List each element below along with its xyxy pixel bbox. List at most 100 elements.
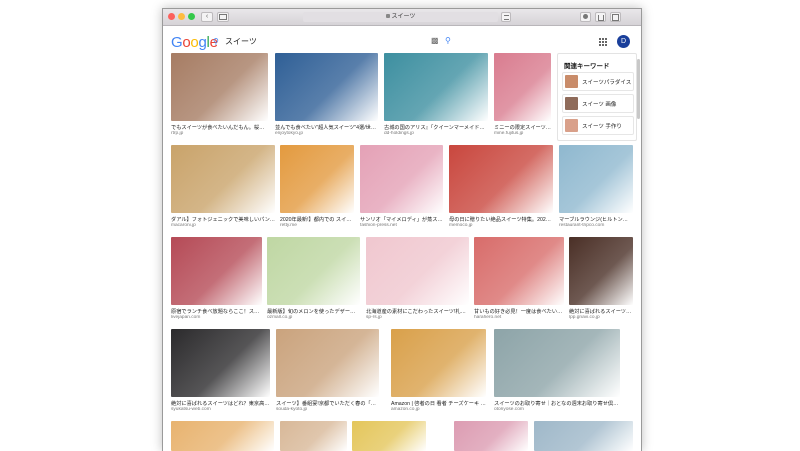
- result-caption[interactable]: 絶対に喜ばれるスイーツ…: [569, 308, 633, 315]
- image-result[interactable]: 並んでも食べたい"超人気スイーツ"4選/世界に… enjoytokyo.jp: [275, 53, 378, 139]
- result-thumbnail[interactable]: [384, 53, 488, 121]
- image-result[interactable]: [280, 421, 347, 451]
- image-result[interactable]: 絶対に喜ばれるスイーツ… lpp.gnavi.co.jp: [569, 237, 633, 323]
- scrollbar[interactable]: [637, 59, 640, 119]
- result-thumbnail[interactable]: [171, 421, 274, 451]
- result-source: harahero.net: [474, 315, 502, 320]
- image-result[interactable]: スイーツのお取り寄せ｜おとなの週末お取り寄せ倶楽部 本店otoriyose.co…: [494, 329, 620, 415]
- related-keyword-3[interactable]: スイーツ 手作り: [562, 116, 634, 135]
- camera-icon[interactable]: ▩: [431, 36, 439, 45]
- image-result[interactable]: でもスイーツが食べたいんだもん。桜内の… rtrp.jp: [171, 53, 268, 139]
- image-result[interactable]: スイーツ】番組宴!京都でいただく春の「桜スイ…souda-kyoto.jp: [276, 329, 379, 415]
- menu-lines-icon: [503, 15, 509, 20]
- result-caption[interactable]: 最新版】旬のメロンを使ったデザート10…: [267, 308, 360, 315]
- search-box[interactable]: ⚲ スイーツ ▩ ⚲: [209, 34, 459, 50]
- result-thumbnail[interactable]: [366, 237, 469, 305]
- result-thumbnail[interactable]: [494, 329, 620, 397]
- result-source: amazon.co.jp: [391, 407, 420, 412]
- result-caption[interactable]: Amazon | 啓者の日 看者 チーズケーキ スイ…: [391, 400, 486, 407]
- result-thumbnail[interactable]: [276, 329, 379, 397]
- result-caption[interactable]: 原宿でランチ食べ放題ならここ！スイ…: [171, 308, 262, 315]
- result-source: souda-kyoto.jp: [276, 407, 308, 412]
- related-keyword-label: スイーツ 手作り: [582, 124, 622, 130]
- result-caption[interactable]: 北海道産の素材にこだわったスイーツ!札幌…: [366, 308, 469, 315]
- zoom-window-button[interactable]: [188, 13, 195, 20]
- result-thumbnail[interactable]: [559, 145, 633, 213]
- result-source: rtrp.jp: [171, 131, 184, 136]
- sidebar-toggle-button[interactable]: [217, 12, 229, 22]
- result-caption[interactable]: 古城の国のアリス』「クイーンマーメイドから…: [384, 124, 488, 131]
- image-result[interactable]: ダアル】フォトジェニックで美味しいパンケー… macaroni.jp: [171, 145, 275, 231]
- image-result[interactable]: 母の日に贈りたい絶品スイーツ特集。2020年… memoco.jp: [449, 145, 553, 231]
- result-thumbnail[interactable]: [171, 329, 270, 397]
- result-thumbnail[interactable]: [171, 237, 262, 305]
- image-result[interactable]: 北海道産の素材にこだわったスイーツ!札幌… sp-rs.jp: [366, 237, 469, 323]
- back-arrow-icon: ‹: [205, 13, 209, 20]
- image-result[interactable]: [352, 421, 426, 451]
- result-thumbnail[interactable]: [494, 53, 551, 121]
- apps-grid-icon[interactable]: [599, 38, 607, 46]
- result-thumbnail[interactable]: [171, 53, 268, 121]
- result-thumbnail[interactable]: [391, 329, 486, 397]
- reader-button[interactable]: [501, 12, 511, 22]
- result-source: fashion-press.net: [360, 223, 397, 228]
- related-keyword-1[interactable]: スイーツパラダイス: [562, 72, 634, 91]
- extension-button[interactable]: [580, 12, 591, 22]
- result-thumbnail[interactable]: [449, 145, 553, 213]
- result-thumbnail[interactable]: [280, 421, 347, 451]
- image-result[interactable]: ミニーの限定スイーツ… mine.fujitus.jp: [494, 53, 551, 139]
- close-window-button[interactable]: [168, 13, 175, 20]
- image-result[interactable]: [171, 421, 274, 451]
- result-thumbnail[interactable]: [474, 237, 564, 305]
- share-button[interactable]: [595, 12, 606, 22]
- image-result[interactable]: Amazon | 啓者の日 看者 チーズケーキ スイ… amazon.co.jp: [391, 329, 486, 415]
- result-thumbnail[interactable]: [454, 421, 528, 451]
- result-source: mine.fujitus.jp: [494, 131, 524, 136]
- image-result[interactable]: [534, 421, 633, 451]
- result-caption[interactable]: 母の日に贈りたい絶品スイーツ特集。2020年…: [449, 216, 553, 223]
- image-result[interactable]: 甘いもの好き必見！一度は食べたい… harahero.net: [474, 237, 564, 323]
- search-icon: ⚲: [213, 37, 219, 46]
- tabs-button[interactable]: [610, 12, 621, 22]
- result-caption[interactable]: ミニーの限定スイーツ…: [494, 124, 551, 131]
- result-caption[interactable]: スイーツのお取り寄せ｜おとなの週末お取り寄せ倶楽部 本店: [494, 400, 620, 407]
- image-result[interactable]: 最新版】旬のメロンを使ったデザート10… ozmall.co.jp: [267, 237, 360, 323]
- result-thumbnail[interactable]: [352, 421, 426, 451]
- result-caption[interactable]: スイーツ】番組宴!京都でいただく春の「桜スイ…: [276, 400, 379, 407]
- image-result[interactable]: [454, 421, 528, 451]
- result-thumbnail[interactable]: [275, 53, 378, 121]
- result-thumbnail[interactable]: [171, 145, 275, 213]
- avatar[interactable]: D: [617, 35, 630, 48]
- result-caption[interactable]: 甘いもの好き必見！一度は食べたい…: [474, 308, 564, 315]
- result-caption[interactable]: マーブルラウンジ(ヒルトン東京)…: [559, 216, 633, 223]
- result-caption[interactable]: 絶対に喜ばれるスイーツはどれ？東京高級…: [171, 400, 270, 407]
- related-keyword-2[interactable]: スイーツ 画像: [562, 94, 634, 113]
- result-thumbnail[interactable]: [267, 237, 360, 305]
- result-caption[interactable]: ダアル】フォトジェニックで美味しいパンケー…: [171, 216, 275, 223]
- back-button[interactable]: ‹: [201, 12, 213, 22]
- share-icon: [597, 15, 604, 21]
- result-caption[interactable]: サンリオ「マイメロディ」が蒸スイ…: [360, 216, 443, 223]
- address-bar[interactable]: スイーツ: [303, 12, 498, 22]
- image-result[interactable]: マーブルラウンジ(ヒルトン東京)… restaurant-tripco.com: [559, 145, 633, 231]
- image-result[interactable]: 原宿でランチ食べ放題ならここ！スイ… livejapan.com: [171, 237, 262, 323]
- minimize-window-button[interactable]: [178, 13, 185, 20]
- result-source: restaurant-tripco.com: [559, 223, 605, 228]
- image-result[interactable]: サンリオ「マイメロディ」が蒸スイ… fashion-press.net: [360, 145, 443, 231]
- result-source: syukatsu-web.com: [171, 407, 211, 412]
- result-caption[interactable]: 並んでも食べたい"超人気スイーツ"4選/世界に…: [275, 124, 378, 131]
- related-keywords-panel: 関連キーワード スイーツパラダイス スイーツ 画像 スイーツ 手作り: [557, 53, 637, 141]
- result-source: dd-holdings.jp: [384, 131, 414, 136]
- image-result[interactable]: 絶対に喜ばれるスイーツはどれ？東京高級… syukatsu-web.com: [171, 329, 270, 415]
- search-input[interactable]: スイーツ: [225, 36, 257, 47]
- image-result[interactable]: 古城の国のアリス』「クイーンマーメイドから… dd-holdings.jp: [384, 53, 488, 139]
- result-thumbnail[interactable]: [360, 145, 443, 213]
- result-thumbnail[interactable]: [534, 421, 633, 451]
- image-result[interactable]: 2020年最新!】都内での スイ… retty.me: [280, 145, 354, 231]
- result-thumbnail[interactable]: [569, 237, 633, 305]
- search-submit-icon[interactable]: ⚲: [445, 36, 451, 45]
- result-caption[interactable]: 2020年最新!】都内での スイ…: [280, 216, 354, 223]
- result-thumbnail[interactable]: [280, 145, 354, 213]
- result-caption[interactable]: でもスイーツが食べたいんだもん。桜内の…: [171, 124, 268, 131]
- result-source: retty.me: [280, 223, 297, 228]
